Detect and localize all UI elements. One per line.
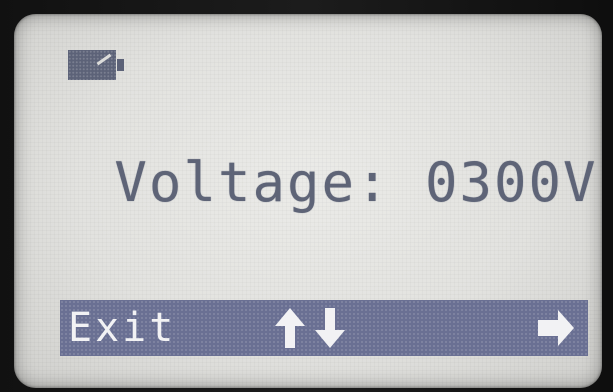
device-bezel: Voltage: 0300V Exit xyxy=(0,0,613,392)
voltage-reading: Voltage: 0300V xyxy=(114,150,598,214)
up-down-softkey[interactable] xyxy=(268,304,352,352)
lcd-screen: Voltage: 0300V Exit xyxy=(14,14,602,388)
battery-icon xyxy=(68,50,124,80)
down-arrow-icon xyxy=(315,308,345,348)
up-arrow-icon xyxy=(275,308,305,348)
softkey-bar: Exit xyxy=(60,300,588,356)
enter-softkey[interactable] xyxy=(522,304,586,352)
exit-softkey[interactable]: Exit xyxy=(60,300,190,356)
enter-arrow-icon xyxy=(538,310,574,346)
